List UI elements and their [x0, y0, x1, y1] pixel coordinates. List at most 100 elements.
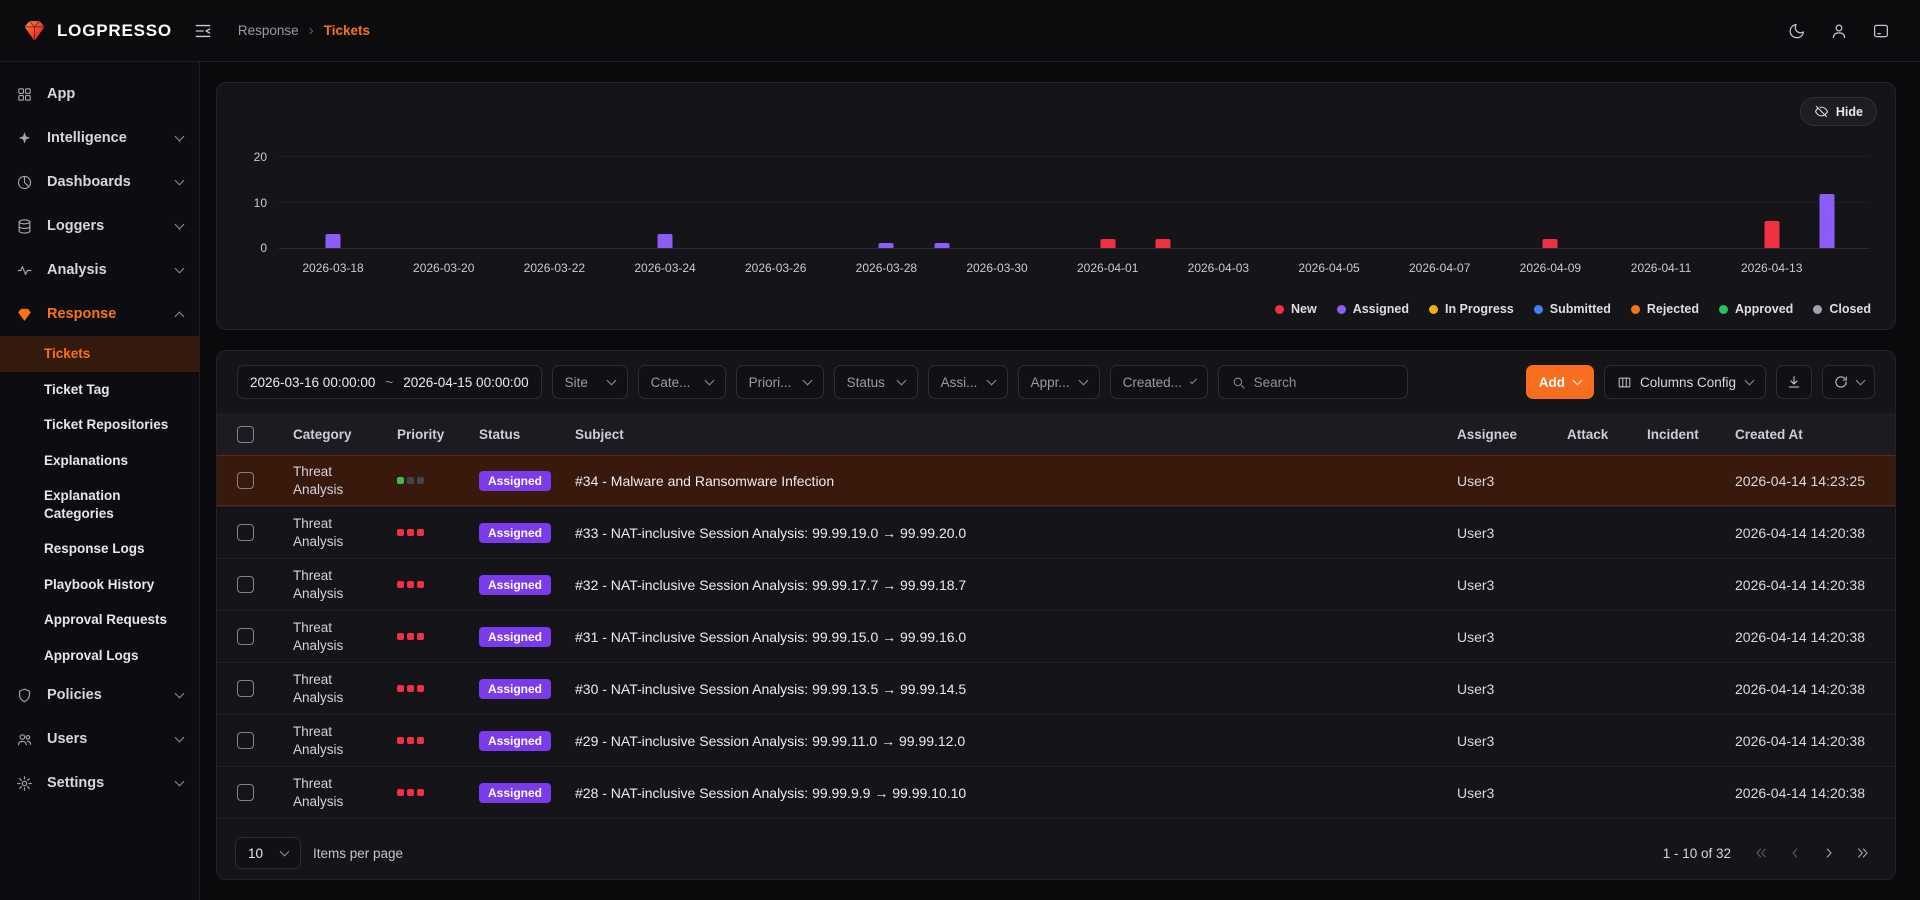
- page-size-select[interactable]: 10: [235, 837, 301, 869]
- filter-site-select[interactable]: Site: [552, 365, 628, 399]
- collapse-sidebar-button[interactable]: [186, 14, 220, 48]
- status-badge: Assigned: [479, 471, 551, 491]
- row-checkbox[interactable]: [237, 472, 254, 489]
- row-checkbox[interactable]: [237, 524, 254, 541]
- date-range-input[interactable]: 2026-03-16 00:00:00 ~ 2026-04-15 00:00:0…: [237, 365, 542, 399]
- user-menu-button[interactable]: [1822, 14, 1856, 48]
- column-header-priority[interactable]: Priority: [397, 427, 479, 442]
- display-settings-button[interactable]: [1864, 14, 1898, 48]
- sidebar-subitem-approval-requests[interactable]: Approval Requests: [0, 602, 199, 638]
- sidebar-item-analysis[interactable]: Analysis: [0, 248, 199, 292]
- table-header: Category Priority Status Subject Assigne…: [217, 413, 1895, 455]
- column-header-subject[interactable]: Subject: [575, 427, 1457, 442]
- sidebar-subitem-explanations[interactable]: Explanations: [0, 443, 199, 479]
- legend-item[interactable]: Rejected: [1631, 302, 1699, 316]
- table-row[interactable]: Threat Analysis Assigned #30 - NAT-inclu…: [217, 663, 1895, 715]
- filter-category-select[interactable]: Cate...: [638, 365, 726, 399]
- row-checkbox[interactable]: [237, 576, 254, 593]
- priority-dot: [417, 737, 424, 744]
- sidebar-subitem-playbook-history[interactable]: Playbook History: [0, 567, 199, 603]
- table-row[interactable]: Threat Analysis Assigned #29 - NAT-inclu…: [217, 715, 1895, 767]
- column-header-category[interactable]: Category: [293, 427, 397, 442]
- sidebar-subitem-approval-logs[interactable]: Approval Logs: [0, 638, 199, 674]
- table-row[interactable]: Threat Analysis Assigned #28 - NAT-inclu…: [217, 767, 1895, 819]
- column-header-status[interactable]: Status: [479, 427, 575, 442]
- next-page-button[interactable]: [1815, 839, 1843, 867]
- columns-config-button[interactable]: Columns Config: [1604, 365, 1766, 399]
- sidebar-item-users[interactable]: Users: [0, 717, 199, 761]
- prev-page-button[interactable]: [1781, 839, 1809, 867]
- sidebar-subitem-tickets[interactable]: Tickets: [0, 336, 199, 372]
- last-page-button[interactable]: [1849, 839, 1877, 867]
- search-box[interactable]: [1218, 365, 1408, 399]
- shield-icon: [16, 687, 35, 704]
- sidebar-item-dashboards[interactable]: Dashboards: [0, 160, 199, 204]
- row-subject[interactable]: #28 - NAT-inclusive Session Analysis: 99…: [575, 785, 1457, 801]
- hide-chart-button[interactable]: Hide: [1800, 97, 1877, 126]
- sidebar-item-loggers[interactable]: Loggers: [0, 204, 199, 248]
- sidebar-item-response[interactable]: Response: [0, 292, 199, 336]
- filter-assignee-select[interactable]: Assi...: [928, 365, 1008, 399]
- filter-priority-select[interactable]: Priori...: [736, 365, 824, 399]
- row-subject[interactable]: #30 - NAT-inclusive Session Analysis: 99…: [575, 681, 1457, 697]
- theme-toggle-button[interactable]: [1780, 14, 1814, 48]
- refresh-button[interactable]: [1822, 365, 1875, 399]
- row-subject[interactable]: #29 - NAT-inclusive Session Analysis: 99…: [575, 733, 1457, 749]
- tickets-chart-panel: Hide 01020 2026-03-182026-03-202026-03-2…: [216, 82, 1896, 330]
- sidebar-subitem-explanation-categories[interactable]: Explanation Categories: [0, 478, 170, 531]
- add-ticket-button[interactable]: Add: [1526, 365, 1594, 399]
- sidebar-subitem-ticket-tag[interactable]: Ticket Tag: [0, 372, 199, 408]
- column-header-assignee[interactable]: Assignee: [1457, 427, 1567, 442]
- row-subject[interactable]: #31 - NAT-inclusive Session Analysis: 99…: [575, 629, 1457, 645]
- row-checkbox[interactable]: [237, 680, 254, 697]
- chevron-left-icon: [1787, 845, 1803, 861]
- row-subject[interactable]: #34 - Malware and Ransomware Infection: [575, 473, 1457, 489]
- chevron-down-icon: [175, 220, 185, 230]
- legend-item[interactable]: Assigned: [1337, 302, 1409, 316]
- legend-item[interactable]: New: [1275, 302, 1317, 316]
- row-checkbox[interactable]: [237, 732, 254, 749]
- logo[interactable]: LOGPRESSO: [22, 18, 172, 43]
- status-badge: Assigned: [479, 575, 551, 595]
- row-subject[interactable]: #32 - NAT-inclusive Session Analysis: 99…: [575, 577, 1457, 593]
- row-category: Threat Analysis: [293, 619, 397, 654]
- priority-dots: [397, 581, 479, 588]
- table-row[interactable]: Threat Analysis Assigned #32 - NAT-inclu…: [217, 559, 1895, 611]
- row-subject[interactable]: #33 - NAT-inclusive Session Analysis: 99…: [575, 525, 1457, 541]
- sidebar-subitem-ticket-repositories[interactable]: Ticket Repositories: [0, 407, 199, 443]
- table-row[interactable]: Threat Analysis Assigned #33 - NAT-inclu…: [217, 507, 1895, 559]
- table-row[interactable]: Threat Analysis Assigned #34 - Malware a…: [217, 455, 1895, 507]
- legend-item[interactable]: Closed: [1813, 302, 1871, 316]
- date-from-value[interactable]: 2026-03-16 00:00:00: [250, 375, 375, 390]
- row-checkbox[interactable]: [237, 628, 254, 645]
- sidebar-item-app[interactable]: App: [0, 72, 199, 116]
- export-button[interactable]: [1776, 365, 1812, 399]
- legend-item[interactable]: Submitted: [1534, 302, 1611, 316]
- breadcrumb-parent[interactable]: Response: [238, 23, 299, 38]
- first-page-button[interactable]: [1747, 839, 1775, 867]
- sidebar-item-policies[interactable]: Policies: [0, 673, 199, 717]
- filter-approver-select[interactable]: Appr...: [1018, 365, 1100, 399]
- column-header-created-at[interactable]: Created At: [1735, 427, 1875, 442]
- breadcrumb-current[interactable]: Tickets: [324, 23, 370, 38]
- select-all-checkbox[interactable]: [237, 426, 254, 443]
- filter-created-select[interactable]: Created...: [1110, 365, 1208, 399]
- row-checkbox[interactable]: [237, 784, 254, 801]
- sidebar-item-intelligence[interactable]: Intelligence: [0, 116, 199, 160]
- date-to-value[interactable]: 2026-04-15 00:00:00: [403, 375, 528, 390]
- sidebar-item-settings[interactable]: Settings: [0, 761, 199, 805]
- search-input[interactable]: [1254, 375, 1395, 390]
- status-badge: Assigned: [479, 731, 551, 751]
- sidebar-subitem-response-logs[interactable]: Response Logs: [0, 531, 199, 567]
- chart-bar: [879, 243, 894, 248]
- filter-status-select[interactable]: Status: [834, 365, 918, 399]
- table-row[interactable]: Threat Analysis Assigned #31 - NAT-inclu…: [217, 611, 1895, 663]
- sidebar-item-label: Intelligence: [47, 130, 127, 146]
- chevron-up-icon: [175, 311, 185, 321]
- y-axis-tick: 20: [254, 150, 267, 164]
- legend-item[interactable]: Approved: [1719, 302, 1793, 316]
- column-header-attack[interactable]: Attack: [1567, 427, 1647, 442]
- legend-item[interactable]: In Progress: [1429, 302, 1514, 316]
- column-header-incident[interactable]: Incident: [1647, 427, 1735, 442]
- row-assignee: User3: [1457, 733, 1567, 749]
